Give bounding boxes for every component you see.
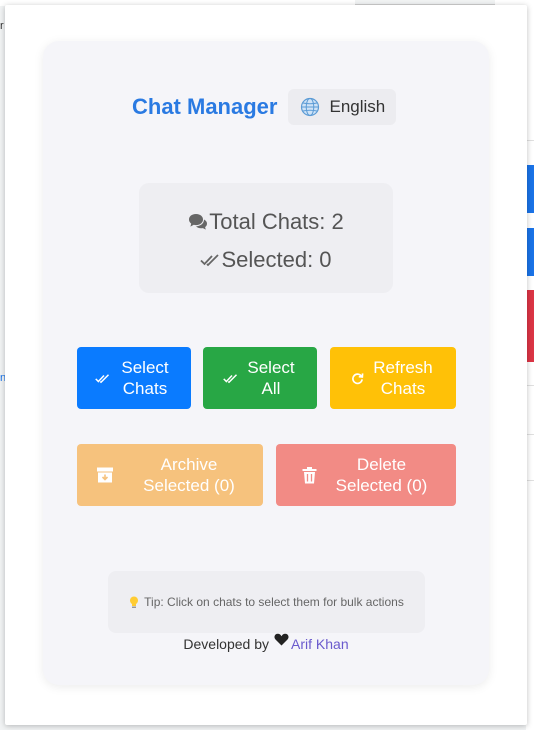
tip-text: Tip: Click on chats to select them for b… xyxy=(144,595,404,609)
background-red-button xyxy=(526,290,534,362)
selected-row: Selected: 0 xyxy=(139,241,393,279)
app-title: Chat Manager xyxy=(132,94,278,119)
header: Chat Manager English xyxy=(132,89,397,125)
lightbulb-icon xyxy=(129,596,139,609)
chat-bubbles-icon xyxy=(188,213,208,231)
chat-manager-card: Chat Manager English Total Chats: 2 Sele… xyxy=(43,41,489,685)
select-chats-button[interactable]: Select Chats xyxy=(77,347,191,409)
select-chats-label: Select Chats xyxy=(121,358,169,398)
background-divider xyxy=(526,434,534,435)
stats-panel: Total Chats: 2 Selected: 0 xyxy=(139,183,393,293)
extension-popup: Chat Manager English Total Chats: 2 Sele… xyxy=(5,5,527,725)
total-chats-text: Total Chats: 2 xyxy=(209,209,344,234)
total-chats-row: Total Chats: 2 xyxy=(139,203,393,241)
background-page-right xyxy=(526,0,534,730)
archive-selected-label: Archive Selected (0) xyxy=(143,455,235,495)
double-check-icon xyxy=(223,373,238,384)
language-selector[interactable]: English xyxy=(288,89,397,125)
language-label: English xyxy=(329,97,386,116)
double-check-icon xyxy=(95,373,110,384)
background-divider xyxy=(526,140,534,141)
background-text: r xyxy=(0,20,4,32)
background-divider xyxy=(526,480,534,481)
globe-icon xyxy=(300,97,320,117)
delete-selected-label: Delete Selected (0) xyxy=(335,455,428,495)
background-blue-button xyxy=(526,165,534,213)
selected-text: Selected: 0 xyxy=(221,247,332,272)
double-check-icon xyxy=(200,253,220,267)
developed-by-text: Developed by xyxy=(183,636,270,652)
refresh-chats-label: Refresh Chats xyxy=(373,358,433,398)
heart-icon xyxy=(274,633,289,646)
footer: Developed by Arif Khan xyxy=(43,633,489,652)
tip-box: Tip: Click on chats to select them for b… xyxy=(108,571,425,633)
archive-box-icon xyxy=(96,466,114,484)
archive-selected-button[interactable]: Archive Selected (0) xyxy=(77,444,263,506)
background-divider xyxy=(526,385,534,386)
select-all-label: Select All xyxy=(247,358,295,398)
select-all-button[interactable]: Select All xyxy=(203,347,317,409)
delete-selected-button[interactable]: Delete Selected (0) xyxy=(276,444,456,506)
refresh-chats-button[interactable]: Refresh Chats xyxy=(330,347,456,409)
refresh-icon xyxy=(351,372,364,385)
author-link[interactable]: Arif Khan xyxy=(291,636,349,652)
trash-icon xyxy=(302,466,317,484)
background-blue-button xyxy=(526,228,534,276)
